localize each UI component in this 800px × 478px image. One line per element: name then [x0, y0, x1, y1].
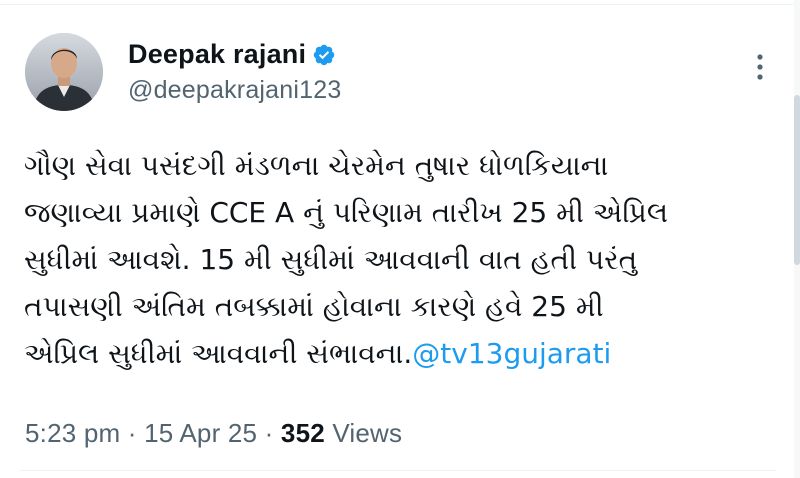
- author-block: Deepak rajani @deepakrajani123: [128, 38, 341, 105]
- tweet-time[interactable]: 5:23 pm: [25, 418, 120, 448]
- more-options-icon[interactable]: [753, 52, 767, 82]
- tweet-line: જણાવ્યા પ્રમાણે CCE A નું પરિણામ તારીખ 2…: [24, 196, 668, 229]
- tweet-text: ગૌણ સેવા પસંદગી મંડળના ચેરમેન તુષાર ધોળક…: [24, 142, 764, 377]
- mention-link[interactable]: @tv13gujarati: [412, 337, 611, 370]
- views-count[interactable]: 352: [281, 418, 325, 448]
- display-name[interactable]: Deepak rajani: [128, 39, 306, 70]
- tweet-line-last: એપ્રિલ સુધીમાં આવવાની સંભાવના.@tv13gujar…: [24, 330, 764, 377]
- verified-badge-icon: [313, 44, 335, 66]
- scrollbar-thumb[interactable]: [794, 95, 800, 265]
- tweet-line: ગૌણ સેવા પસંદગી મંડળના ચેરમેન તુષાર ધોળક…: [24, 149, 609, 182]
- tweet-card: Deepak rajani @deepakrajani123 ગૌણ સેવા …: [0, 0, 800, 478]
- display-name-row: Deepak rajani: [128, 38, 341, 70]
- tweet-line: સુધીમાં આવશે. 15 મી સુધીમાં આવવાની વાત હ…: [24, 243, 638, 276]
- views-label[interactable]: Views: [325, 418, 402, 448]
- meta-separator: ·: [120, 418, 145, 448]
- meta-separator: ·: [257, 418, 281, 448]
- tweet-meta: 5:23 pm · 15 Apr 25 · 352 Views: [25, 418, 402, 449]
- bottom-divider: [20, 470, 776, 471]
- top-divider: [0, 4, 800, 5]
- tweet-date[interactable]: 15 Apr 25: [144, 418, 257, 448]
- tweet-line-text: એપ્રિલ સુધીમાં આવવાની સંભાવના.: [24, 337, 413, 370]
- avatar[interactable]: [25, 33, 103, 111]
- scrollbar-track[interactable]: [794, 0, 800, 478]
- tweet-line: તપાસણી અંતિમ તબક્કામાં હોવાના કારણે હવે …: [24, 290, 604, 323]
- user-handle[interactable]: @deepakrajani123: [128, 76, 341, 105]
- avatar-photo-icon: [25, 33, 103, 111]
